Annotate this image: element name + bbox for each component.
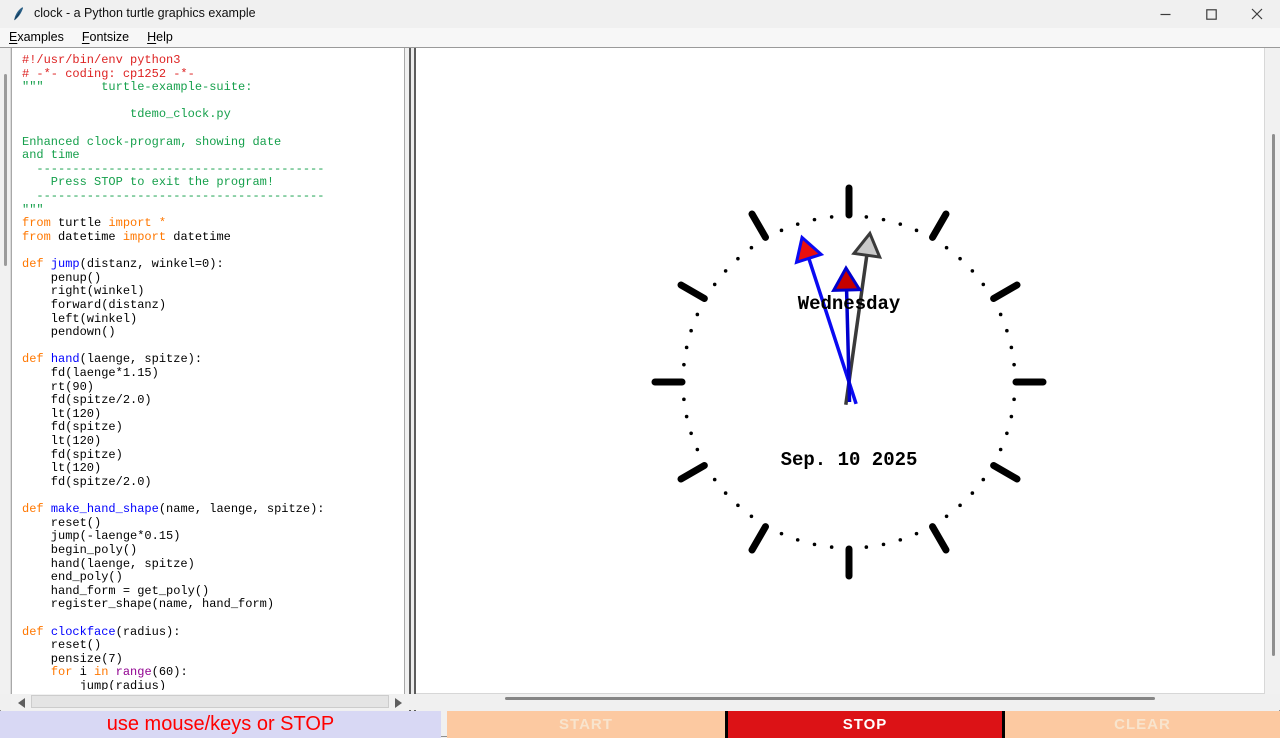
- python-feather-icon: [11, 6, 27, 22]
- code-line: reset(): [22, 639, 404, 653]
- code-line: forward(distanz): [22, 299, 404, 313]
- scrollbar-row: [0, 694, 1280, 710]
- code-line: ----------------------------------------: [22, 190, 404, 204]
- code-line: register_shape(name, hand_form): [22, 598, 404, 612]
- pane-sash[interactable]: [409, 48, 416, 711]
- code-line: [22, 95, 404, 109]
- scrollbar-thumb[interactable]: [505, 697, 1155, 700]
- menu-examples[interactable]: Examples: [0, 29, 73, 46]
- code-line: [22, 340, 404, 354]
- code-line: fd(spitze/2.0): [22, 476, 404, 490]
- code-text[interactable]: #!/usr/bin/env python3# -*- coding: cp12…: [12, 48, 404, 690]
- main-area: #!/usr/bin/env python3# -*- coding: cp12…: [0, 47, 1280, 694]
- code-line: """: [22, 204, 404, 218]
- code-vertical-scrollbar[interactable]: [0, 48, 11, 694]
- minimize-button[interactable]: [1142, 0, 1188, 28]
- code-line: def hand(laenge, spitze):: [22, 353, 404, 367]
- code-line: lt(120): [22, 435, 404, 449]
- scrollbar-thumb[interactable]: [1272, 134, 1275, 656]
- code-line: def clockface(radius):: [22, 626, 404, 640]
- code-line: ----------------------------------------: [22, 163, 404, 177]
- clock-day-text: Wednesday: [798, 293, 901, 315]
- code-line: Enhanced clock-program, showing date: [22, 136, 404, 150]
- code-line: hand_form = get_poly(): [22, 585, 404, 599]
- code-line: hand(laenge, spitze): [22, 558, 404, 572]
- code-line: fd(spitze): [22, 421, 404, 435]
- stop-button[interactable]: STOP: [725, 711, 1005, 738]
- status-message: use mouse/keys or STOP: [0, 711, 441, 738]
- turtle-canvas[interactable]: Wednesday Sep. 10 2025: [416, 48, 1264, 694]
- code-line: def jump(distanz, winkel=0):: [22, 258, 404, 272]
- code-line: for i in range(60):: [22, 666, 404, 680]
- code-line: """ turtle-example-suite:: [22, 81, 404, 95]
- code-line: penup(): [22, 272, 404, 286]
- code-line: Press STOP to exit the program!: [22, 176, 404, 190]
- code-line: reset(): [22, 517, 404, 531]
- code-line: def make_hand_shape(name, laenge, spitze…: [22, 503, 404, 517]
- code-line: right(winkel): [22, 285, 404, 299]
- scroll-left-arrow-icon[interactable]: [18, 698, 25, 708]
- code-line: [22, 245, 404, 259]
- code-line: pendown(): [22, 326, 404, 340]
- scrollbar-thumb[interactable]: [4, 74, 7, 266]
- scrollbar-thumb[interactable]: [31, 695, 389, 708]
- code-line: begin_poly(): [22, 544, 404, 558]
- scroll-right-arrow-icon[interactable]: [395, 698, 402, 708]
- code-line: lt(120): [22, 408, 404, 422]
- code-line: from turtle import *: [22, 217, 404, 231]
- scrollbar-corner: [1264, 694, 1280, 710]
- clock-date-text: Sep. 10 2025: [781, 449, 918, 471]
- canvas-horizontal-scrollbar[interactable]: [416, 694, 1264, 710]
- code-line: [22, 612, 404, 626]
- code-line: from datetime import datetime: [22, 231, 404, 245]
- code-line: pensize(7): [22, 653, 404, 667]
- menu-fontsize[interactable]: Fontsize: [73, 29, 138, 46]
- close-icon[interactable]: [1234, 0, 1280, 28]
- code-line: jump(-laenge*0.15): [22, 530, 404, 544]
- status-bar: use mouse/keys or STOP START STOP CLEAR: [0, 710, 1280, 737]
- start-button[interactable]: START: [447, 711, 725, 738]
- code-line: lt(120): [22, 462, 404, 476]
- menu-help[interactable]: Help: [138, 29, 182, 46]
- code-line: fd(spitze/2.0): [22, 394, 404, 408]
- title-bar: clock - a Python turtle graphics example: [0, 0, 1280, 28]
- turtledemo-window: clock - a Python turtle graphics example…: [0, 0, 1280, 737]
- code-line: [22, 490, 404, 504]
- code-line: jump(radius): [22, 680, 404, 690]
- canvas-vertical-scrollbar[interactable]: [1264, 48, 1280, 694]
- code-horizontal-scrollbar[interactable]: [11, 694, 409, 710]
- code-line: and time: [22, 149, 404, 163]
- clock-hands: [796, 233, 879, 404]
- clear-button[interactable]: CLEAR: [1005, 711, 1280, 738]
- maximize-button[interactable]: [1188, 0, 1234, 28]
- code-line: tdemo_clock.py: [22, 108, 404, 122]
- code-line: #!/usr/bin/env python3: [22, 54, 404, 68]
- code-line: fd(spitze): [22, 449, 404, 463]
- code-line: [22, 122, 404, 136]
- code-line: left(winkel): [22, 313, 404, 327]
- code-line: rt(90): [22, 381, 404, 395]
- code-line: end_poly(): [22, 571, 404, 585]
- menu-bar: Examples Fontsize Help: [0, 28, 1280, 47]
- window-title: clock - a Python turtle graphics example: [34, 6, 256, 20]
- second-hand: [846, 233, 880, 404]
- code-line: fd(laenge*1.15): [22, 367, 404, 381]
- code-line: # -*- coding: cp1252 -*-: [22, 68, 404, 82]
- code-editor-pane[interactable]: #!/usr/bin/env python3# -*- coding: cp12…: [11, 48, 405, 694]
